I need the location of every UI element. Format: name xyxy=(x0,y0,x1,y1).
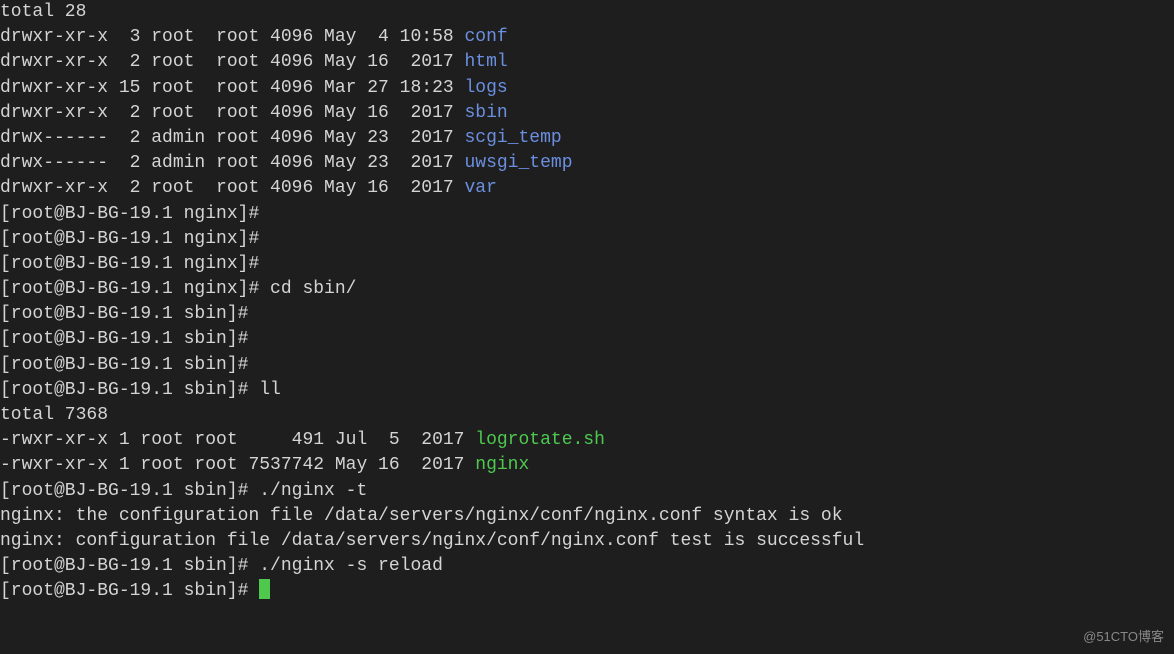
terminal-line: drwxr-xr-x 2 root root 4096 May 16 2017 … xyxy=(0,50,1174,75)
terminal-text: [root@BJ-BG-19.1 nginx]# xyxy=(0,229,270,249)
terminal-text: nginx: configuration file /data/servers/… xyxy=(0,531,864,551)
terminal-text: -rwxr-xr-x 1 root root 491 Jul 5 2017 xyxy=(0,430,475,450)
terminal-line: -rwxr-xr-x 1 root root 491 Jul 5 2017 lo… xyxy=(0,428,1174,453)
terminal-text: drwxr-xr-x 2 root root 4096 May 16 2017 xyxy=(0,103,464,123)
terminal-text: [root@BJ-BG-19.1 sbin]# ./nginx -s reloa… xyxy=(0,556,443,576)
directory-name: scgi_temp xyxy=(464,128,561,148)
terminal-text: [root@BJ-BG-19.1 nginx]# cd sbin/ xyxy=(0,279,356,299)
terminal-text: drwxr-xr-x 3 root root 4096 May 4 10:58 xyxy=(0,27,464,47)
terminal-line: [root@BJ-BG-19.1 sbin]# ./nginx -s reloa… xyxy=(0,554,1174,579)
terminal-line: total 7368 xyxy=(0,403,1174,428)
directory-name: logs xyxy=(464,78,507,98)
terminal-text: total 28 xyxy=(0,2,86,22)
terminal-line: [root@BJ-BG-19.1 nginx]# xyxy=(0,252,1174,277)
terminal-line: [root@BJ-BG-19.1 sbin]# ll xyxy=(0,378,1174,403)
terminal-line: [root@BJ-BG-19.1 sbin]# xyxy=(0,302,1174,327)
terminal-text: -rwxr-xr-x 1 root root 7537742 May 16 20… xyxy=(0,455,475,475)
terminal-line: [root@BJ-BG-19.1 nginx]# xyxy=(0,227,1174,252)
terminal-line: nginx: configuration file /data/servers/… xyxy=(0,529,1174,554)
terminal-line: drwx------ 2 admin root 4096 May 23 2017… xyxy=(0,126,1174,151)
terminal-line: [root@BJ-BG-19.1 sbin]# xyxy=(0,353,1174,378)
executable-name: logrotate.sh xyxy=(475,430,605,450)
terminal-line: drwxr-xr-x 3 root root 4096 May 4 10:58 … xyxy=(0,25,1174,50)
terminal-text: total 7368 xyxy=(0,405,108,425)
terminal-text: [root@BJ-BG-19.1 sbin]# xyxy=(0,329,259,349)
terminal-line: nginx: the configuration file /data/serv… xyxy=(0,504,1174,529)
terminal-output[interactable]: total 28 drwxr-xr-x 3 root root 4096 May … xyxy=(0,0,1174,605)
terminal-text: drwxr-xr-x 2 root root 4096 May 16 2017 xyxy=(0,52,464,72)
terminal-text: [root@BJ-BG-19.1 sbin]# xyxy=(0,355,259,375)
directory-name: var xyxy=(464,178,496,198)
directory-name: uwsgi_temp xyxy=(464,153,572,173)
directory-name: conf xyxy=(464,27,507,47)
terminal-line: [root@BJ-BG-19.1 nginx]# xyxy=(0,202,1174,227)
terminal-line: [root@BJ-BG-19.1 sbin]# xyxy=(0,327,1174,352)
terminal-line: [root@BJ-BG-19.1 sbin]# xyxy=(0,579,1174,604)
terminal-line: drwx------ 2 admin root 4096 May 23 2017… xyxy=(0,151,1174,176)
directory-name: sbin xyxy=(464,103,507,123)
terminal-text: [root@BJ-BG-19.1 sbin]# xyxy=(0,581,259,601)
terminal-text: nginx: the configuration file /data/serv… xyxy=(0,506,843,526)
terminal-line: drwxr-xr-x 2 root root 4096 May 16 2017 … xyxy=(0,101,1174,126)
terminal-text: [root@BJ-BG-19.1 nginx]# xyxy=(0,204,270,224)
terminal-line: total 28 xyxy=(0,0,1174,25)
terminal-text: drwxr-xr-x 2 root root 4096 May 16 2017 xyxy=(0,178,464,198)
terminal-text: [root@BJ-BG-19.1 nginx]# xyxy=(0,254,270,274)
terminal-line: [root@BJ-BG-19.1 nginx]# cd sbin/ xyxy=(0,277,1174,302)
terminal-line: drwxr-xr-x 2 root root 4096 May 16 2017 … xyxy=(0,176,1174,201)
terminal-text: [root@BJ-BG-19.1 sbin]# ll xyxy=(0,380,281,400)
terminal-text: drwxr-xr-x 15 root root 4096 Mar 27 18:2… xyxy=(0,78,464,98)
executable-name: nginx xyxy=(475,455,529,475)
terminal-text: [root@BJ-BG-19.1 sbin]# xyxy=(0,304,259,324)
terminal-text: [root@BJ-BG-19.1 sbin]# ./nginx -t xyxy=(0,481,367,501)
terminal-line: drwxr-xr-x 15 root root 4096 Mar 27 18:2… xyxy=(0,76,1174,101)
watermark-text: @51CTO博客 xyxy=(1083,628,1164,646)
terminal-text: drwx------ 2 admin root 4096 May 23 2017 xyxy=(0,128,464,148)
cursor-block xyxy=(259,579,270,599)
terminal-line: -rwxr-xr-x 1 root root 7537742 May 16 20… xyxy=(0,453,1174,478)
terminal-line: [root@BJ-BG-19.1 sbin]# ./nginx -t xyxy=(0,479,1174,504)
terminal-text: drwx------ 2 admin root 4096 May 23 2017 xyxy=(0,153,464,173)
directory-name: html xyxy=(464,52,507,72)
